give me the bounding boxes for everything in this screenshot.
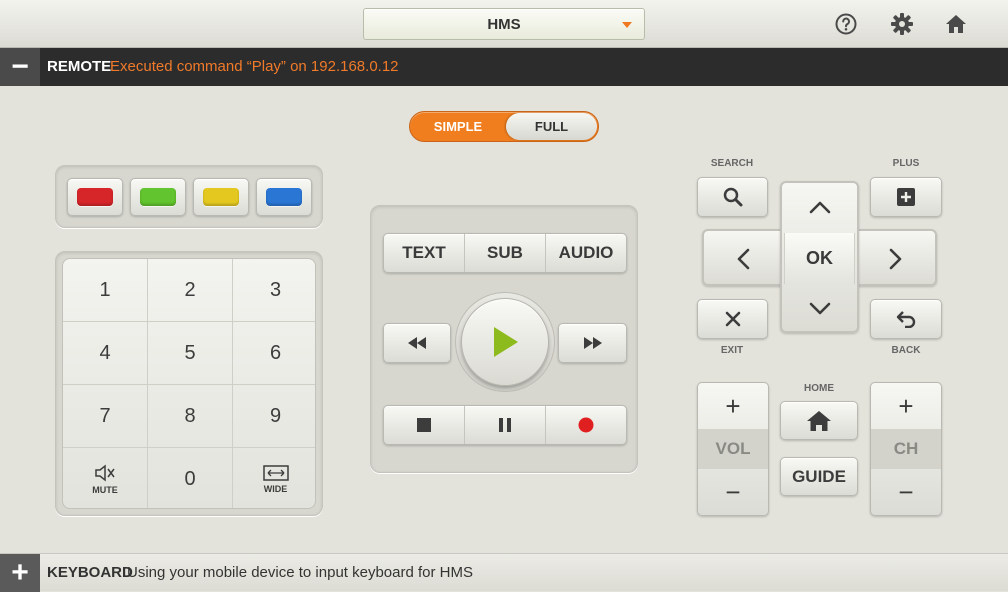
- num-5-button[interactable]: 5: [148, 322, 233, 385]
- search-label: SEARCH: [710, 158, 754, 169]
- audio-button[interactable]: AUDIO: [546, 234, 626, 272]
- guide-button[interactable]: GUIDE: [780, 457, 858, 496]
- remote-title: REMOTE: [47, 58, 112, 75]
- search-icon: [723, 187, 742, 207]
- chevron-down-icon: [622, 22, 632, 28]
- numpad-panel: 1 2 3 4 5 6 7 8 9 MUTE 0 WIDE: [55, 251, 323, 516]
- mode-switch[interactable]: SIMPLE FULL: [409, 111, 599, 142]
- red-key-button[interactable]: [67, 178, 123, 216]
- blue-key-button[interactable]: [256, 178, 312, 216]
- exit-button[interactable]: [697, 299, 768, 339]
- sub-button[interactable]: SUB: [465, 234, 546, 272]
- dpad-left-button[interactable]: [706, 233, 780, 284]
- color-keys-panel: [55, 165, 323, 228]
- play-ring: [455, 292, 555, 392]
- text-sub-audio-row: TEXT SUB AUDIO: [383, 233, 627, 273]
- home-icon[interactable]: [944, 12, 968, 36]
- pause-icon: [499, 418, 511, 432]
- keyboard-header: + KEYBOARD Using your mobile device to i…: [0, 553, 1008, 592]
- back-label: BACK: [891, 345, 921, 356]
- chevron-down-icon: [809, 302, 830, 315]
- chevron-left-icon: [737, 248, 750, 269]
- collapse-remote-button[interactable]: −: [0, 48, 40, 86]
- record-button[interactable]: [546, 406, 626, 444]
- num-3-button[interactable]: 3: [233, 259, 315, 322]
- fast-forward-button[interactable]: [558, 323, 627, 363]
- num-8-button[interactable]: 8: [148, 385, 233, 448]
- stop-icon: [417, 418, 431, 432]
- play-button[interactable]: [461, 298, 549, 386]
- chevron-right-icon: [889, 248, 902, 269]
- play-icon: [494, 327, 518, 357]
- dpad-down-button[interactable]: [784, 288, 855, 330]
- record-icon: [578, 417, 594, 433]
- channel-up-button[interactable]: +: [871, 383, 941, 429]
- gear-icon[interactable]: [890, 12, 914, 36]
- plus-square-icon: [897, 188, 915, 206]
- search-button[interactable]: [697, 177, 768, 217]
- keyboard-title: KEYBOARD: [47, 564, 133, 581]
- volume-label: VOL: [698, 429, 768, 469]
- expand-keyboard-button[interactable]: +: [0, 554, 40, 592]
- mode-full-option[interactable]: FULL: [506, 113, 597, 140]
- exit-label: EXIT: [720, 345, 744, 356]
- channel-label: CH: [871, 429, 941, 469]
- stop-button[interactable]: [384, 406, 465, 444]
- top-bar: HMS: [0, 0, 1008, 48]
- yellow-key-button[interactable]: [193, 178, 249, 216]
- plus-label: PLUS: [892, 158, 920, 169]
- wide-label: WIDE: [263, 484, 288, 494]
- remote-header: − REMOTE Executed command “Play” on 192.…: [0, 48, 1008, 86]
- num-7-button[interactable]: 7: [63, 385, 148, 448]
- volume-rocker: + VOL −: [697, 382, 769, 516]
- num-0-button[interactable]: 0: [148, 448, 233, 508]
- device-dropdown[interactable]: HMS: [363, 8, 645, 40]
- home-label: HOME: [804, 383, 834, 394]
- media-panel: TEXT SUB AUDIO: [370, 205, 638, 473]
- mute-button[interactable]: MUTE: [63, 448, 148, 508]
- num-9-button[interactable]: 9: [233, 385, 315, 448]
- wide-screen-icon: [262, 465, 289, 481]
- blue-swatch: [266, 188, 302, 206]
- device-name: HMS: [487, 15, 521, 33]
- green-swatch: [140, 188, 176, 206]
- num-4-button[interactable]: 4: [63, 322, 148, 385]
- ok-button[interactable]: OK: [784, 233, 855, 284]
- home-icon: [807, 410, 831, 431]
- dpad-up-button[interactable]: [784, 185, 855, 229]
- text-button[interactable]: TEXT: [384, 234, 465, 272]
- pause-button[interactable]: [465, 406, 546, 444]
- close-icon: [725, 311, 740, 327]
- transport-row: [383, 405, 627, 445]
- keyboard-message: Using your mobile device to input keyboa…: [127, 564, 473, 581]
- volume-up-button[interactable]: +: [698, 383, 768, 429]
- dpad-right-button[interactable]: [859, 233, 933, 284]
- num-6-button[interactable]: 6: [233, 322, 315, 385]
- fast-forward-icon: [583, 337, 602, 349]
- volume-down-button[interactable]: −: [698, 469, 768, 515]
- green-key-button[interactable]: [130, 178, 186, 216]
- num-1-button[interactable]: 1: [63, 259, 148, 322]
- mute-label: MUTE: [92, 485, 118, 495]
- chevron-up-icon: [809, 201, 830, 214]
- wide-button[interactable]: WIDE: [233, 448, 315, 508]
- numpad: 1 2 3 4 5 6 7 8 9 MUTE 0 WIDE: [62, 258, 316, 509]
- back-arrow-icon: [896, 311, 916, 328]
- channel-rocker: + CH −: [870, 382, 942, 516]
- mute-icon: [95, 464, 115, 482]
- back-button[interactable]: [870, 299, 942, 339]
- channel-down-button[interactable]: −: [871, 469, 941, 515]
- rewind-icon: [408, 337, 426, 349]
- num-2-button[interactable]: 2: [148, 259, 233, 322]
- home-button[interactable]: [780, 401, 858, 440]
- mode-simple-option[interactable]: SIMPLE: [410, 112, 506, 141]
- rewind-button[interactable]: [383, 323, 451, 363]
- plus-button[interactable]: [870, 177, 942, 217]
- red-swatch: [77, 188, 113, 206]
- status-message: Executed command “Play” on 192.168.0.12: [110, 58, 399, 75]
- help-icon[interactable]: [834, 12, 858, 36]
- yellow-swatch: [203, 188, 239, 206]
